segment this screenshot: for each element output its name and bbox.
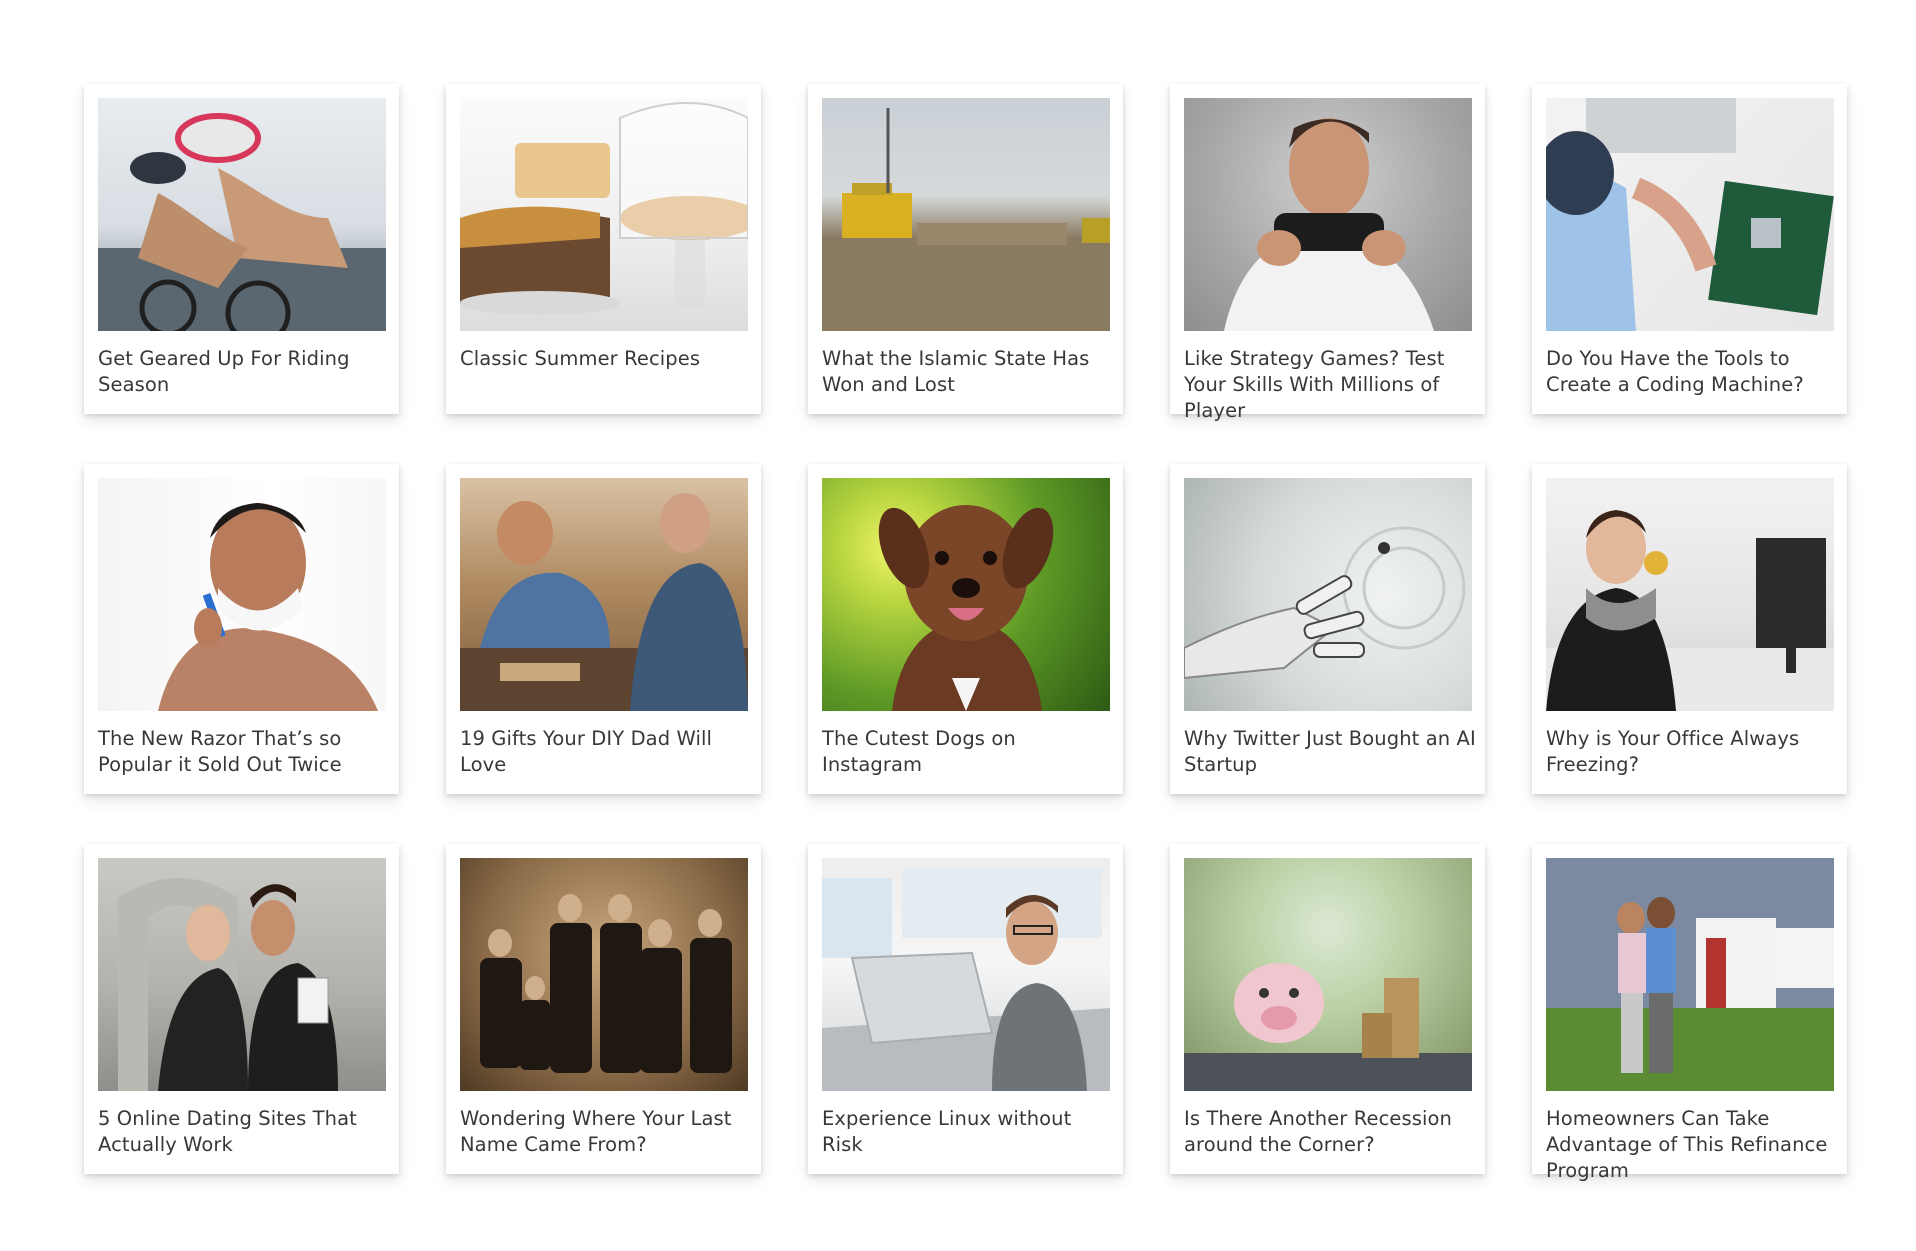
article-card[interactable]: Classic Summer Recipes — [446, 84, 761, 414]
article-card[interactable]: Get Geared Up For Riding Season — [84, 84, 399, 414]
article-card[interactable]: The Cutest Dogs on Instagram — [808, 464, 1123, 794]
piggy-bank-image[interactable] — [1184, 858, 1472, 1091]
article-card[interactable]: Why is Your Office Always Freezing? — [1532, 464, 1847, 794]
article-card[interactable]: 5 Online Dating Sites That Actually Work — [84, 844, 399, 1174]
article-title[interactable]: Like Strategy Games? Test Your Skills Wi… — [1184, 346, 1476, 424]
article-title[interactable]: What the Islamic State Has Won and Lost — [822, 346, 1114, 398]
article-title[interactable]: 19 Gifts Your DIY Dad Will Love — [460, 726, 752, 778]
shaving-image[interactable] — [98, 478, 386, 711]
article-title[interactable]: Do You Have the Tools to Create a Coding… — [1546, 346, 1838, 398]
cold-office-image[interactable] — [1546, 478, 1834, 711]
robot-hand-image[interactable] — [1184, 478, 1472, 711]
article-title[interactable]: The Cutest Dogs on Instagram — [822, 726, 1114, 778]
article-title[interactable]: Why is Your Office Always Freezing? — [1546, 726, 1838, 778]
article-card[interactable]: Like Strategy Games? Test Your Skills Wi… — [1170, 84, 1485, 422]
article-card[interactable]: What the Islamic State Has Won and Lost — [808, 84, 1123, 414]
article-title[interactable]: Classic Summer Recipes — [460, 346, 752, 372]
article-title[interactable]: Homeowners Can Take Advantage of This Re… — [1546, 1106, 1838, 1184]
article-title[interactable]: Experience Linux without Risk — [822, 1106, 1114, 1158]
desert-image[interactable] — [822, 98, 1110, 331]
article-card[interactable]: 19 Gifts Your DIY Dad Will Love — [446, 464, 761, 794]
family-portrait-image[interactable] — [460, 858, 748, 1091]
article-title[interactable]: The New Razor That’s so Popular it Sold … — [98, 726, 390, 778]
couple-image[interactable] — [98, 858, 386, 1091]
cycling-image[interactable] — [98, 98, 386, 331]
article-card[interactable]: Homeowners Can Take Advantage of This Re… — [1532, 844, 1847, 1182]
article-title[interactable]: Wondering Where Your Last Name Came From… — [460, 1106, 752, 1158]
article-grid: Get Geared Up For Riding Season Classic … — [84, 84, 1847, 1182]
article-title[interactable]: Why Twitter Just Bought an AI Startup — [1184, 726, 1476, 778]
article-card[interactable]: The New Razor That’s so Popular it Sold … — [84, 464, 399, 794]
homeowners-image[interactable] — [1546, 858, 1834, 1091]
article-card[interactable]: Do You Have the Tools to Create a Coding… — [1532, 84, 1847, 414]
article-card[interactable]: Wondering Where Your Last Name Came From… — [446, 844, 761, 1174]
article-title[interactable]: 5 Online Dating Sites That Actually Work — [98, 1106, 390, 1158]
article-card[interactable]: Why Twitter Just Bought an AI Startup — [1170, 464, 1485, 794]
article-title[interactable]: Is There Another Recession around the Co… — [1184, 1106, 1476, 1158]
coding-machine-image[interactable] — [1546, 98, 1834, 331]
puppy-image[interactable] — [822, 478, 1110, 711]
article-title[interactable]: Get Geared Up For Riding Season — [98, 346, 390, 398]
baking-image[interactable] — [460, 98, 748, 331]
diy-workshop-image[interactable] — [460, 478, 748, 711]
article-card[interactable]: Experience Linux without Risk — [808, 844, 1123, 1174]
gamer-image[interactable] — [1184, 98, 1472, 331]
article-card[interactable]: Is There Another Recession around the Co… — [1170, 844, 1485, 1174]
linux-user-image[interactable] — [822, 858, 1110, 1091]
